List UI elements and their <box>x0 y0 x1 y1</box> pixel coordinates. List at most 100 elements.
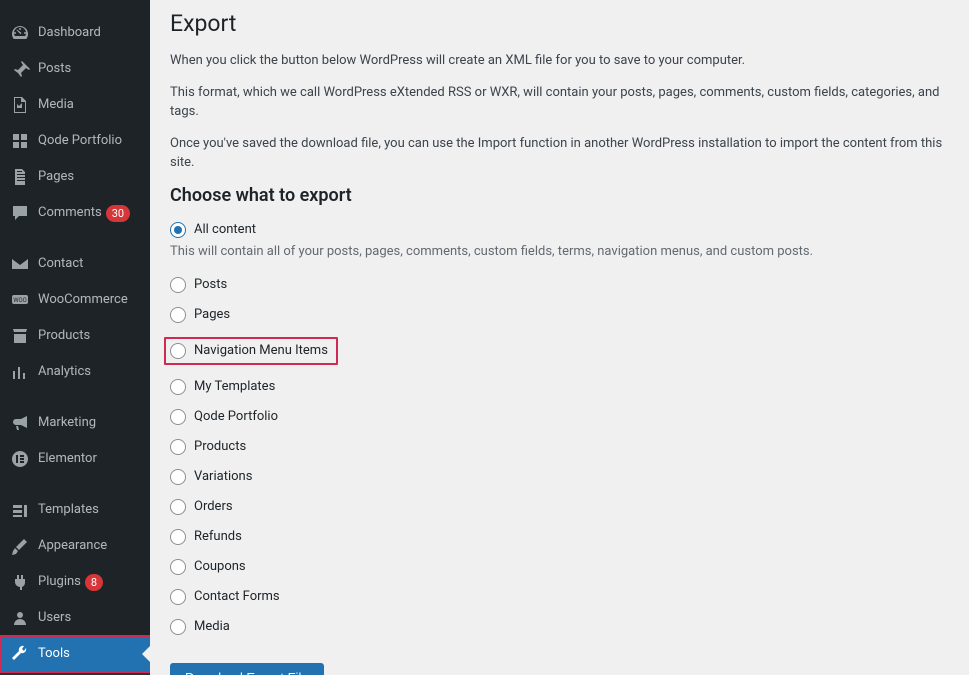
dashboard-icon <box>10 23 30 43</box>
sidebar-item-woocommerce[interactable]: WOO WooCommerce <box>0 282 150 318</box>
sidebar-item-label: WooCommerce <box>38 291 128 309</box>
sidebar-item-qode-portfolio[interactable]: Qode Portfolio <box>0 123 150 159</box>
page-description-3: Once you've saved the download file, you… <box>170 134 949 173</box>
option-label: Refunds <box>194 529 242 544</box>
chart-icon <box>10 362 30 382</box>
radio-all-content[interactable] <box>170 222 186 238</box>
pages-icon <box>10 167 30 187</box>
radio-my-templates[interactable] <box>170 379 186 395</box>
option-label: Posts <box>194 277 227 292</box>
wrench-icon <box>10 644 30 664</box>
option-label: Variations <box>194 469 252 484</box>
option-label: Qode Portfolio <box>194 409 278 424</box>
sidebar-item-comments[interactable]: Comments30 <box>0 195 150 231</box>
option-orders[interactable]: Orders <box>170 499 949 515</box>
sidebar-item-label: Elementor <box>38 450 97 468</box>
sidebar-item-analytics[interactable]: Analytics <box>0 354 150 390</box>
download-export-button[interactable]: Download Export File <box>170 663 324 675</box>
sidebar-item-media[interactable]: Media <box>0 87 150 123</box>
sidebar-item-dashboard[interactable]: Dashboard <box>0 15 150 51</box>
radio-navigation-menu-items[interactable] <box>170 343 186 359</box>
sidebar-item-label: Dashboard <box>38 24 101 42</box>
sidebar-item-label: Posts <box>38 60 71 78</box>
page-description-1: When you click the button below WordPres… <box>170 51 949 71</box>
radio-posts[interactable] <box>170 277 186 293</box>
sidebar-item-contact[interactable]: Contact <box>0 246 150 282</box>
radio-contact-forms[interactable] <box>170 589 186 605</box>
all-content-description: This will contain all of your posts, pag… <box>170 244 949 259</box>
sidebar-item-tools[interactable]: Tools <box>0 636 150 672</box>
option-label: Navigation Menu Items <box>194 343 328 358</box>
sidebar-item-label: Templates <box>38 501 99 519</box>
page-title: Export <box>170 10 949 37</box>
sidebar-item-marketing[interactable]: Marketing <box>0 405 150 441</box>
mail-icon <box>10 254 30 274</box>
radio-media[interactable] <box>170 619 186 635</box>
archive-icon <box>10 326 30 346</box>
sidebar-item-label: Pages <box>38 168 74 186</box>
sidebar-item-label: Contact <box>38 255 83 273</box>
templates-icon <box>10 500 30 520</box>
sidebar-item-products[interactable]: Products <box>0 318 150 354</box>
radio-orders[interactable] <box>170 499 186 515</box>
option-pages[interactable]: Pages <box>170 307 949 323</box>
option-label: Pages <box>194 307 230 322</box>
sidebar-item-users[interactable]: Users <box>0 600 150 636</box>
option-products[interactable]: Products <box>170 439 949 455</box>
option-label: Products <box>194 439 246 454</box>
admin-sidebar: Dashboard Posts Media Qode Portfolio Pages Co… <box>0 0 150 675</box>
option-refunds[interactable]: Refunds <box>170 529 949 545</box>
sidebar-item-appearance[interactable]: Appearance <box>0 528 150 564</box>
plugin-icon <box>10 572 30 592</box>
update-badge: 30 <box>106 205 130 222</box>
users-icon <box>10 608 30 628</box>
option-label: All content <box>194 222 256 237</box>
megaphone-icon <box>10 413 30 433</box>
sidebar-item-elementor[interactable]: Elementor <box>0 441 150 477</box>
option-media[interactable]: Media <box>170 619 949 635</box>
option-variations[interactable]: Variations <box>170 469 949 485</box>
sidebar-item-templates[interactable]: Templates <box>0 492 150 528</box>
pin-icon <box>10 59 30 79</box>
brush-icon <box>10 536 30 556</box>
page-description-2: This format, which we call WordPress eXt… <box>170 83 949 122</box>
radio-pages[interactable] <box>170 307 186 323</box>
option-label: Coupons <box>194 559 246 574</box>
option-coupons[interactable]: Coupons <box>170 559 949 575</box>
option-posts[interactable]: Posts <box>170 277 949 293</box>
sidebar-item-label: Analytics <box>38 363 91 381</box>
main-content: Export When you click the button below W… <box>150 0 969 675</box>
svg-text:WOO: WOO <box>13 297 27 304</box>
option-label: My Templates <box>194 379 275 394</box>
option-label: Contact Forms <box>194 589 280 604</box>
comment-icon <box>10 203 30 223</box>
sidebar-item-label: Marketing <box>38 414 96 432</box>
sidebar-item-plugins[interactable]: Plugins8 <box>0 564 150 600</box>
sidebar-item-label: Media <box>38 96 74 114</box>
sidebar-item-posts[interactable]: Posts <box>0 51 150 87</box>
sidebar-item-label: Appearance <box>38 537 107 555</box>
elementor-icon <box>10 449 30 469</box>
radio-coupons[interactable] <box>170 559 186 575</box>
option-label: Media <box>194 619 230 634</box>
radio-qode-portfolio[interactable] <box>170 409 186 425</box>
sidebar-item-label: Comments <box>38 204 102 222</box>
option-qode-portfolio[interactable]: Qode Portfolio <box>170 409 949 425</box>
sidebar-item-label: Users <box>38 609 71 627</box>
option-my-templates[interactable]: My Templates <box>170 379 949 395</box>
sidebar-item-label: Qode Portfolio <box>38 132 122 150</box>
woo-icon: WOO <box>10 290 30 310</box>
sidebar-item-label: Plugins <box>38 573 81 591</box>
sidebar-item-label: Tools <box>38 645 70 663</box>
grid-icon <box>10 131 30 151</box>
sidebar-item-label: Products <box>38 327 90 345</box>
sidebar-item-pages[interactable]: Pages <box>0 159 150 195</box>
section-heading: Choose what to export <box>170 185 949 206</box>
option-all-content[interactable]: All content <box>170 222 949 238</box>
radio-variations[interactable] <box>170 469 186 485</box>
radio-refunds[interactable] <box>170 529 186 545</box>
radio-products[interactable] <box>170 439 186 455</box>
option-navigation-menu-items[interactable]: Navigation Menu Items <box>164 337 338 365</box>
update-badge: 8 <box>85 574 103 591</box>
option-contact-forms[interactable]: Contact Forms <box>170 589 949 605</box>
